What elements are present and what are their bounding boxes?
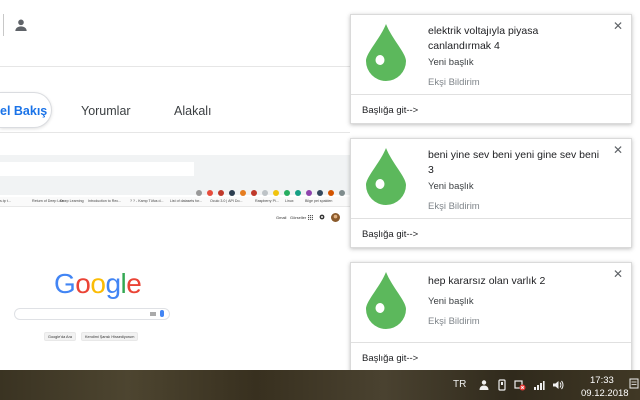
screenshot-toolbar [0,155,350,195]
close-icon[interactable]: ✕ [612,20,624,32]
notification-subtitle: Yeni başlık [428,57,474,68]
go-to-topic-button[interactable]: Başlığa git--> [362,229,418,240]
notification-card[interactable]: hep kararsız olan varlık 2 Yeni başlık E… [350,262,632,372]
notification-title: hep kararsız olan varlık 2 [428,275,546,287]
avatar [331,213,340,222]
notification-divider [351,94,631,95]
notification-divider [351,218,631,219]
bookmark: Introduction to Rec... [88,199,122,203]
notification-divider [351,342,631,343]
screenshot-address-bar [0,162,194,176]
notification-card[interactable]: elektrik voltajıyla piyasa canlandırmak … [350,14,632,124]
person-tray-icon[interactable] [478,379,490,391]
notification-card[interactable]: beni yine sev beni yeni gine sev beni 3 … [350,138,632,248]
screenshot-image: s.tp t... Return of Deep Lea... Deep Lea… [0,155,356,370]
tabs-divider [0,132,350,133]
feeling-lucky-button: Kendimi Şanslı Hissediyorum [81,332,139,341]
screenshot-extension-icons [196,190,356,196]
eksi-drop-icon [366,272,406,329]
clock-time[interactable]: 17:33 [590,375,614,386]
account-icon[interactable] [13,17,29,33]
bookmark: Bilge pei spalden [305,199,333,203]
taskbar: TR 17:33 09.12.2018 [0,370,640,400]
images-link: Görseller [290,215,307,220]
gear-icon [319,214,325,220]
go-to-topic-button[interactable]: Başlığa git--> [362,105,418,116]
apps-icon [308,215,313,220]
usb-icon[interactable] [496,379,508,391]
eksi-drop-icon [366,148,406,205]
bookmark: s.tp t... [0,199,11,203]
toolbar-divider [3,14,4,36]
mic-icon [160,310,164,317]
eksi-drop-icon [366,24,406,81]
go-to-topic-button[interactable]: Başlığa git--> [362,353,418,364]
google-logo: Google [54,268,142,299]
action-center-icon[interactable] [628,370,640,400]
bookmark: Raspberry Pi... [255,199,279,203]
close-icon[interactable]: ✕ [612,268,624,280]
tab-overview-label[interactable]: el Bakış [0,104,47,118]
notification-title: beni yine sev beni yeni gine sev beni 3 [428,149,600,176]
bookmark: Oculo 3.0 | API Do... [210,199,243,203]
google-search-button: Google'da Ara [44,332,76,341]
volume-icon[interactable] [552,379,564,391]
notification-subtitle: Yeni başlık [428,181,474,192]
tab-related[interactable]: Alakalı [174,104,212,118]
tab-reviews[interactable]: Yorumlar [81,104,131,118]
gmail-link: Gmail [276,215,287,220]
screenshot-search-box [14,308,170,320]
notification-source: Ekşi Bildirim [428,316,480,327]
bookmark: Linux [285,199,294,203]
bookmark: ? ? - Kamp Tüfus d... [130,199,164,203]
language-indicator[interactable]: TR [453,379,466,390]
network-error-icon[interactable] [514,379,526,391]
notification-source: Ekşi Bildirim [428,201,480,212]
signal-icon[interactable] [533,379,545,391]
clock-date[interactable]: 09.12.2018 [581,388,629,399]
close-icon[interactable]: ✕ [612,144,624,156]
notification-title: elektrik voltajıyla piyasa canlandırmak … [428,25,539,52]
keyboard-icon [150,312,156,316]
bookmark: Deep Learning [60,199,84,203]
notification-source: Ekşi Bildirim [428,77,480,88]
header-divider [0,66,350,67]
bookmark: List of datasets for... [170,199,203,203]
notification-subtitle: Yeni başlık [428,296,474,307]
